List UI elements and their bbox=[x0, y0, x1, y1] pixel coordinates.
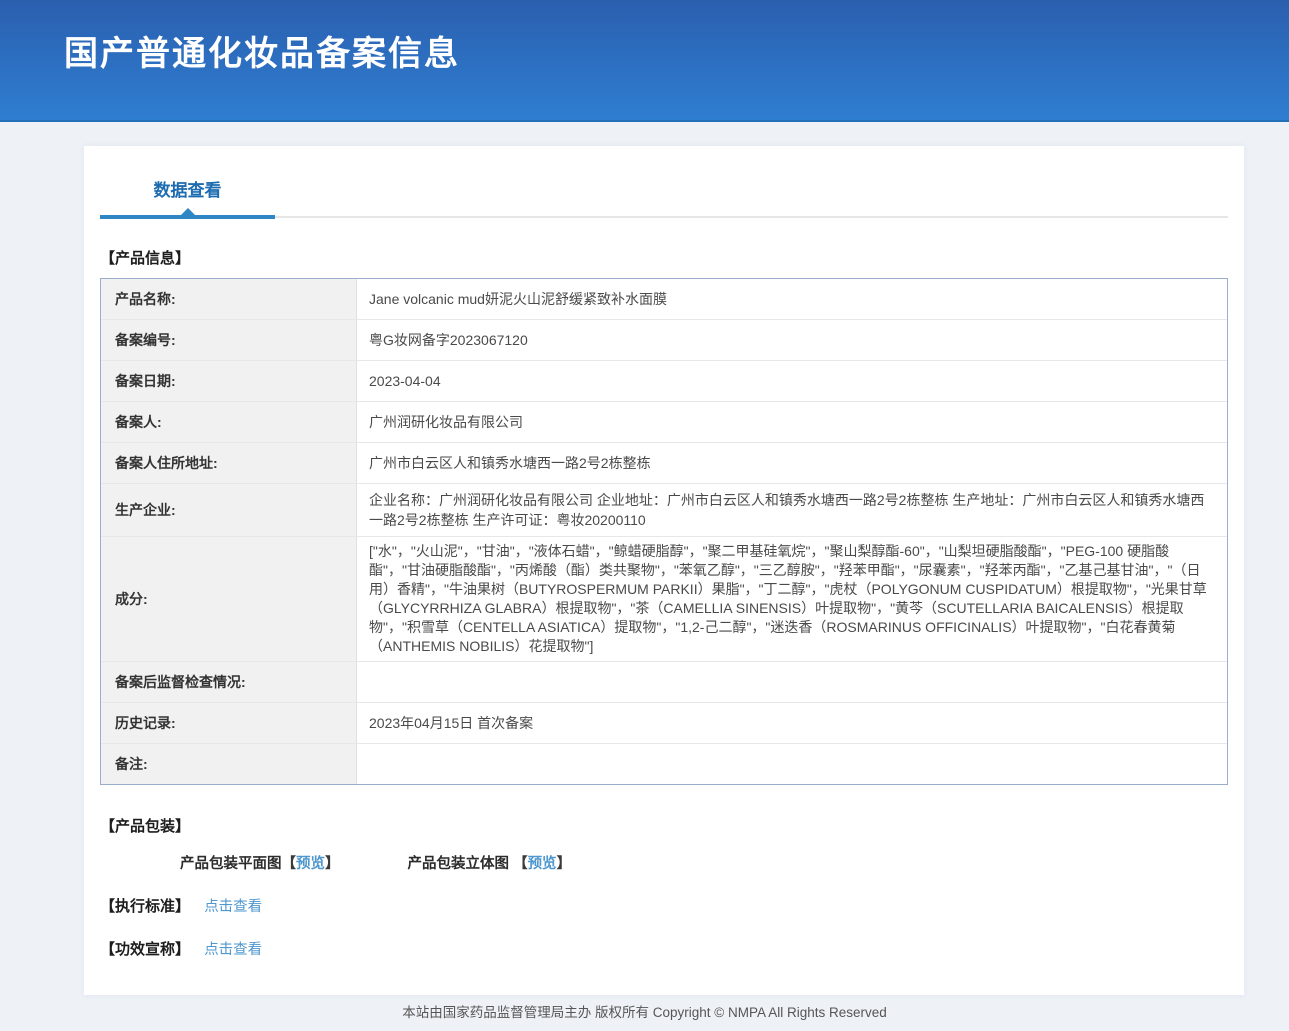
tab-active-indicator bbox=[100, 215, 275, 219]
row-value: 企业名称：广州润研化妆品有限公司 企业地址：广州市白云区人和镇秀水塘西一路2号2… bbox=[357, 484, 1227, 536]
row-value: 粤G妆网备字2023067120 bbox=[357, 320, 1227, 360]
row-label: 备案人住所地址: bbox=[101, 443, 357, 483]
section-product-info-title: 【产品信息】 bbox=[100, 247, 1228, 268]
table-row-registration-number: 备案编号: 粤G妆网备字2023067120 bbox=[101, 320, 1227, 361]
bracket-open: 【 bbox=[282, 856, 297, 872]
packaging-flat-item: 产品包装平面图【预览】 bbox=[180, 856, 340, 872]
packaging-stereo-label: 产品包装立体图 bbox=[408, 856, 510, 872]
row-label: 历史记录: bbox=[101, 703, 357, 743]
efficacy-claim-row: 【功效宣称】 点击查看 bbox=[100, 938, 1228, 959]
row-value: 广州市白云区人和镇秀水塘西一路2号2栋整栋 bbox=[357, 443, 1227, 483]
tab-underline bbox=[100, 215, 1228, 219]
tab-caret-icon bbox=[181, 208, 195, 215]
table-row-registrant-address: 备案人住所地址: 广州市白云区人和镇秀水塘西一路2号2栋整栋 bbox=[101, 443, 1227, 484]
table-row-registration-date: 备案日期: 2023-04-04 bbox=[101, 361, 1227, 402]
packaging-stereo-preview-link[interactable]: 预览 bbox=[528, 856, 557, 872]
content-card: 数据查看 【产品信息】 产品名称: Jane volcanic mud妍泥火山泥… bbox=[84, 146, 1244, 995]
table-row-history: 历史记录: 2023年04月15日 首次备案 bbox=[101, 703, 1227, 744]
row-value: Jane volcanic mud妍泥火山泥舒缓紧致补水面膜 bbox=[357, 279, 1227, 319]
row-label: 备案人: bbox=[101, 402, 357, 442]
row-label: 成分: bbox=[101, 537, 357, 661]
tab-divider bbox=[275, 216, 1228, 218]
packaging-flat-preview-link[interactable]: 预览 bbox=[296, 856, 325, 872]
row-value bbox=[357, 744, 1227, 784]
packaging-flat-label: 产品包装平面图 bbox=[180, 856, 282, 872]
table-row-registrant: 备案人: 广州润研化妆品有限公司 bbox=[101, 402, 1227, 443]
table-row-remarks: 备注: bbox=[101, 744, 1227, 784]
row-label: 生产企业: bbox=[101, 484, 357, 536]
efficacy-claim-label: 【功效宣称】 bbox=[100, 941, 190, 958]
row-value: 2023-04-04 bbox=[357, 361, 1227, 401]
execution-standard-label: 【执行标准】 bbox=[100, 898, 190, 915]
table-row-ingredients: 成分: ["水"，"火山泥"，"甘油"，"液体石蜡"，"鲸蜡硬脂醇"，"聚二甲基… bbox=[101, 537, 1227, 662]
table-row-manufacturer: 生产企业: 企业名称：广州润研化妆品有限公司 企业地址：广州市白云区人和镇秀水塘… bbox=[101, 484, 1227, 537]
bracket-close: 】 bbox=[325, 856, 340, 872]
bracket-open: 【 bbox=[513, 856, 528, 872]
product-info-table: 产品名称: Jane volcanic mud妍泥火山泥舒缓紧致补水面膜 备案编… bbox=[100, 278, 1228, 785]
tab-bar: 数据查看 bbox=[84, 146, 1244, 219]
table-row-supervision: 备案后监督检查情况: bbox=[101, 662, 1227, 703]
row-label: 备注: bbox=[101, 744, 357, 784]
row-value: 广州润研化妆品有限公司 bbox=[357, 402, 1227, 442]
execution-standard-row: 【执行标准】 点击查看 bbox=[100, 895, 1228, 916]
copyright-text: 本站由国家药品监督管理局主办 版权所有 Copyright © NMPA All… bbox=[402, 1005, 887, 1020]
page-footer: 本站由国家药品监督管理局主办 版权所有 Copyright © NMPA All… bbox=[0, 995, 1289, 1031]
row-label: 备案日期: bbox=[101, 361, 357, 401]
efficacy-claim-view-link[interactable]: 点击查看 bbox=[204, 942, 262, 958]
packaging-stereo-item: 产品包装立体图 【预览】 bbox=[408, 856, 572, 872]
page-title: 国产普通化妆品备案信息 bbox=[0, 0, 1289, 75]
row-value: ["水"，"火山泥"，"甘油"，"液体石蜡"，"鲸蜡硬脂醇"，"聚二甲基硅氧烷"… bbox=[357, 537, 1227, 661]
row-label: 备案后监督检查情况: bbox=[101, 662, 357, 702]
row-value bbox=[357, 662, 1227, 702]
row-label: 产品名称: bbox=[101, 279, 357, 319]
page-header: 国产普通化妆品备案信息 bbox=[0, 0, 1289, 122]
row-label: 备案编号: bbox=[101, 320, 357, 360]
table-row-product-name: 产品名称: Jane volcanic mud妍泥火山泥舒缓紧致补水面膜 bbox=[101, 279, 1227, 320]
row-value: 2023年04月15日 首次备案 bbox=[357, 703, 1227, 743]
packaging-links-row: 产品包装平面图【预览】 产品包装立体图 【预览】 bbox=[180, 852, 1228, 873]
bracket-close: 】 bbox=[557, 856, 572, 872]
execution-standard-view-link[interactable]: 点击查看 bbox=[204, 899, 262, 915]
section-packaging-title: 【产品包装】 bbox=[100, 815, 1228, 836]
